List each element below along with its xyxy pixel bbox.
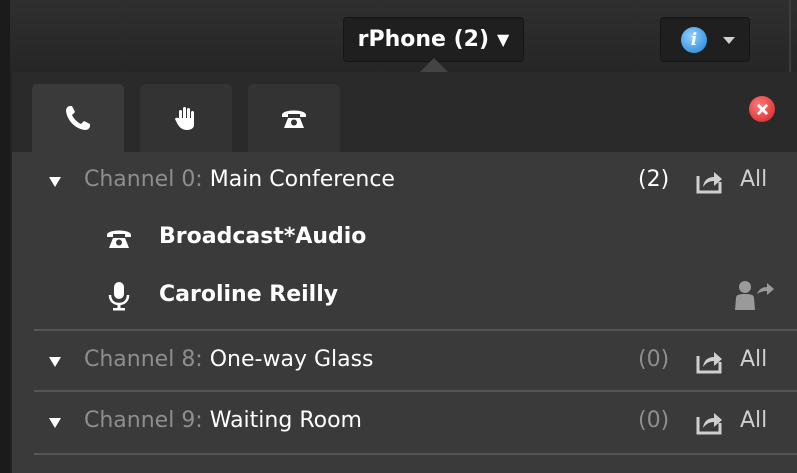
popover-pointer xyxy=(420,58,448,72)
info-icon: i xyxy=(681,27,707,53)
info-menu-button[interactable]: i xyxy=(660,17,750,62)
member-name: Caroline Reilly xyxy=(159,282,339,307)
all-button[interactable]: All xyxy=(740,408,767,433)
member-row[interactable]: Broadcast*Audio xyxy=(12,210,797,268)
channel-row-8[interactable]: Channel 8: One-way Glass (0) All xyxy=(12,332,797,390)
device-selector-label: rPhone (2) xyxy=(357,27,490,52)
chevron-down-icon xyxy=(723,37,735,44)
tab-hand-raise[interactable] xyxy=(140,84,232,152)
phone-icon xyxy=(66,106,90,130)
all-button[interactable]: All xyxy=(740,347,767,372)
channel-divider xyxy=(34,390,797,392)
channel-title: Channel 8: One-way Glass xyxy=(84,347,374,372)
device-selector-button[interactable]: rPhone (2) ▼ xyxy=(343,17,524,62)
transfer-user-icon[interactable] xyxy=(727,280,779,312)
left-edge xyxy=(0,0,10,473)
share-icon[interactable] xyxy=(695,346,725,376)
channel-divider xyxy=(34,453,797,455)
telephone-icon xyxy=(282,110,306,128)
tab-telephone[interactable] xyxy=(248,84,340,152)
collapse-triangle-icon[interactable] xyxy=(49,177,61,187)
share-icon[interactable] xyxy=(695,407,725,437)
tab-bar xyxy=(12,72,797,152)
toolbar-divider xyxy=(789,0,791,72)
channel-title: Channel 9: Waiting Room xyxy=(84,408,362,433)
tab-calls[interactable] xyxy=(32,84,124,152)
channel-divider xyxy=(34,329,797,331)
channel-count: (0) xyxy=(638,347,670,372)
channel-row-9[interactable]: Channel 9: Waiting Room (0) All xyxy=(12,393,797,451)
all-button[interactable]: All xyxy=(740,167,767,192)
chevron-down-icon: ▼ xyxy=(497,30,510,49)
hand-icon xyxy=(175,107,194,130)
channels-panel: Channel 0: Main Conference (2) All Broad… xyxy=(12,72,797,473)
share-icon[interactable] xyxy=(695,166,725,196)
channel-row-0[interactable]: Channel 0: Main Conference (2) All xyxy=(12,152,797,210)
channel-title: Channel 0: Main Conference xyxy=(84,167,395,192)
channel-count: (2) xyxy=(638,167,670,192)
member-row[interactable]: Caroline Reilly xyxy=(12,268,797,326)
collapse-triangle-icon[interactable] xyxy=(49,418,61,428)
close-button[interactable] xyxy=(749,96,775,122)
microphone-icon xyxy=(108,282,130,311)
channel-count: (0) xyxy=(638,408,670,433)
close-icon xyxy=(756,103,768,115)
member-name: Broadcast*Audio xyxy=(159,224,367,249)
collapse-triangle-icon[interactable] xyxy=(49,357,61,367)
telephone-icon xyxy=(107,230,131,248)
